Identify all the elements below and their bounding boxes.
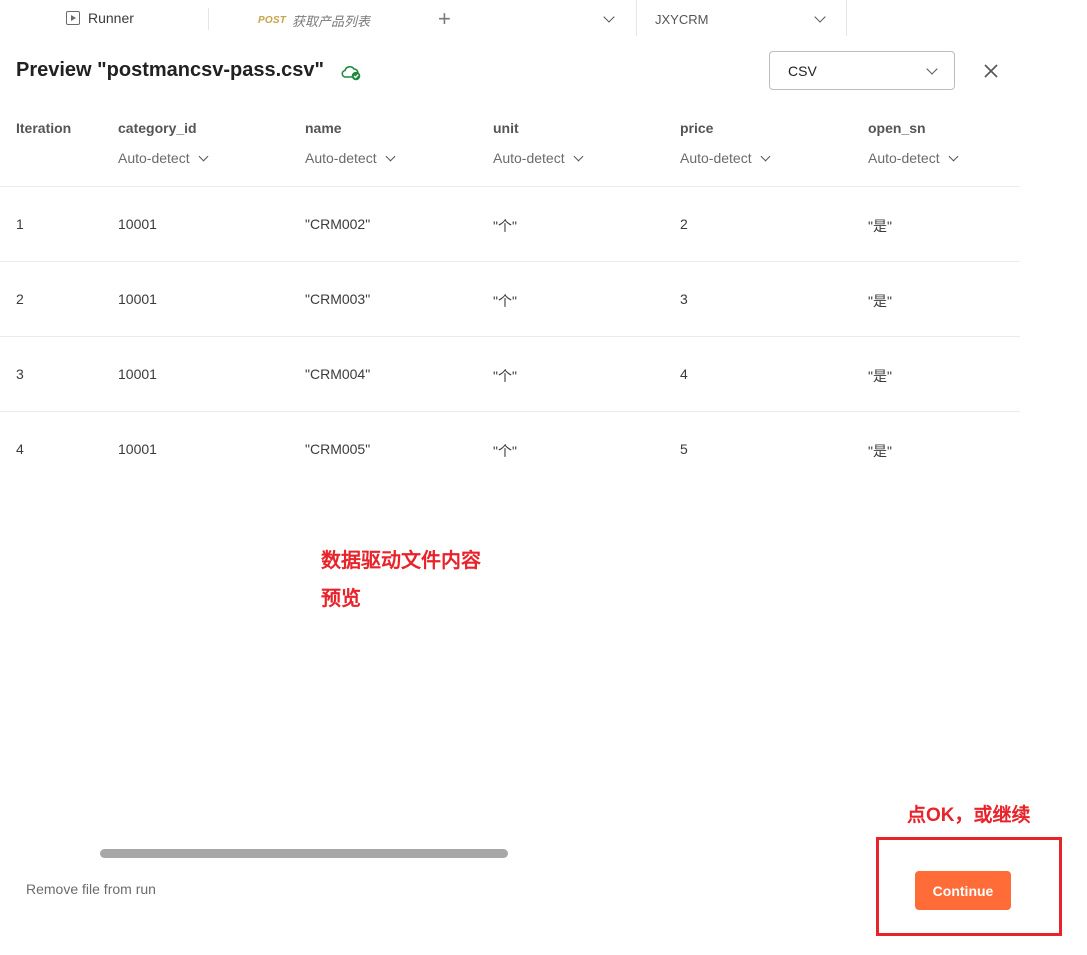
column-type-select-category-id[interactable]: Auto-detect <box>118 150 209 166</box>
cell-price: 4 <box>680 366 688 382</box>
annotation-preview-note: 数据驱动文件内容 预览 <box>321 542 521 618</box>
cell-name: "CRM002" <box>305 216 371 232</box>
environment-chevron-down-icon[interactable] <box>814 11 826 23</box>
column-type-select-name[interactable]: Auto-detect <box>305 150 396 166</box>
tab-runner-label: Runner <box>88 10 134 26</box>
column-type-label: Auto-detect <box>305 150 377 166</box>
cell-iteration: 2 <box>16 291 24 307</box>
remove-file-link[interactable]: Remove file from run <box>26 881 156 897</box>
table-divider <box>0 261 1020 262</box>
new-tab-plus-icon[interactable]: + <box>438 8 451 30</box>
tabs-chevron-down-icon[interactable] <box>603 11 615 23</box>
cell-price: 2 <box>680 216 688 232</box>
annotation-line: 预览 <box>321 588 361 610</box>
column-header-category-id: category_id <box>118 120 197 136</box>
cell-price: 5 <box>680 441 688 457</box>
cell-open-sn: "是" <box>868 443 892 459</box>
cell-unit: "个" <box>493 368 517 384</box>
dialog-title: Preview "postmancsv-pass.csv" <box>16 59 325 81</box>
column-header-open-sn: open_sn <box>868 120 926 136</box>
top-tab-bar: Runner POST 获取产品列表 + JXYCRM <box>0 0 1087 40</box>
column-type-label: Auto-detect <box>680 150 752 166</box>
annotation-line: 数据驱动文件内容 <box>321 550 481 572</box>
cell-open-sn: "是" <box>868 218 892 234</box>
table-divider <box>0 411 1020 412</box>
column-type-select-unit[interactable]: Auto-detect <box>493 150 584 166</box>
cell-category-id: 10001 <box>118 441 157 457</box>
continue-button[interactable]: Continue <box>915 871 1011 910</box>
cloud-check-icon <box>341 65 361 81</box>
chevron-down-icon <box>385 151 396 161</box>
chevron-down-icon <box>926 62 938 75</box>
table-divider <box>0 186 1020 187</box>
file-format-value: CSV <box>788 62 817 79</box>
tab-divider <box>846 0 847 36</box>
file-format-select[interactable]: CSV <box>769 51 955 90</box>
column-type-label: Auto-detect <box>118 150 190 166</box>
cell-unit: "个" <box>493 443 517 459</box>
chevron-down-icon <box>573 151 584 161</box>
column-type-select-open-sn[interactable]: Auto-detect <box>868 150 959 166</box>
cell-iteration: 1 <box>16 216 24 232</box>
chevron-down-icon <box>198 151 209 161</box>
cell-name: "CRM004" <box>305 366 371 382</box>
chevron-down-icon <box>948 151 959 161</box>
close-icon[interactable] <box>980 60 1002 82</box>
cell-unit: "个" <box>493 218 517 234</box>
cell-name: "CRM003" <box>305 291 371 307</box>
tab-request[interactable]: POST 获取产品列表 <box>258 11 370 30</box>
tab-divider <box>208 8 209 30</box>
cell-category-id: 10001 <box>118 216 157 232</box>
column-type-label: Auto-detect <box>493 150 565 166</box>
cell-unit: "个" <box>493 293 517 309</box>
play-icon <box>66 11 80 25</box>
cell-iteration: 4 <box>16 441 24 457</box>
cell-iteration: 3 <box>16 366 24 382</box>
request-method-badge: POST <box>258 15 287 26</box>
cell-category-id: 10001 <box>118 291 157 307</box>
cell-category-id: 10001 <box>118 366 157 382</box>
cell-price: 3 <box>680 291 688 307</box>
annotation-continue-note: 点OK，或继续 <box>907 805 1031 826</box>
column-header-iteration: Iteration <box>16 120 72 136</box>
table-divider <box>0 336 1020 337</box>
cell-name: "CRM005" <box>305 441 371 457</box>
cell-open-sn: "是" <box>868 368 892 384</box>
column-type-select-price[interactable]: Auto-detect <box>680 150 771 166</box>
tab-runner[interactable]: Runner <box>66 10 134 26</box>
column-header-name: name <box>305 120 342 136</box>
column-header-price: price <box>680 120 714 136</box>
tab-divider <box>636 0 637 36</box>
chevron-down-icon <box>760 151 771 161</box>
column-type-label: Auto-detect <box>868 150 940 166</box>
horizontal-scrollbar[interactable] <box>100 849 508 858</box>
environment-selector[interactable]: JXYCRM <box>655 12 708 27</box>
cell-open-sn: "是" <box>868 293 892 309</box>
column-header-unit: unit <box>493 120 519 136</box>
request-name: 获取产品列表 <box>292 14 371 29</box>
